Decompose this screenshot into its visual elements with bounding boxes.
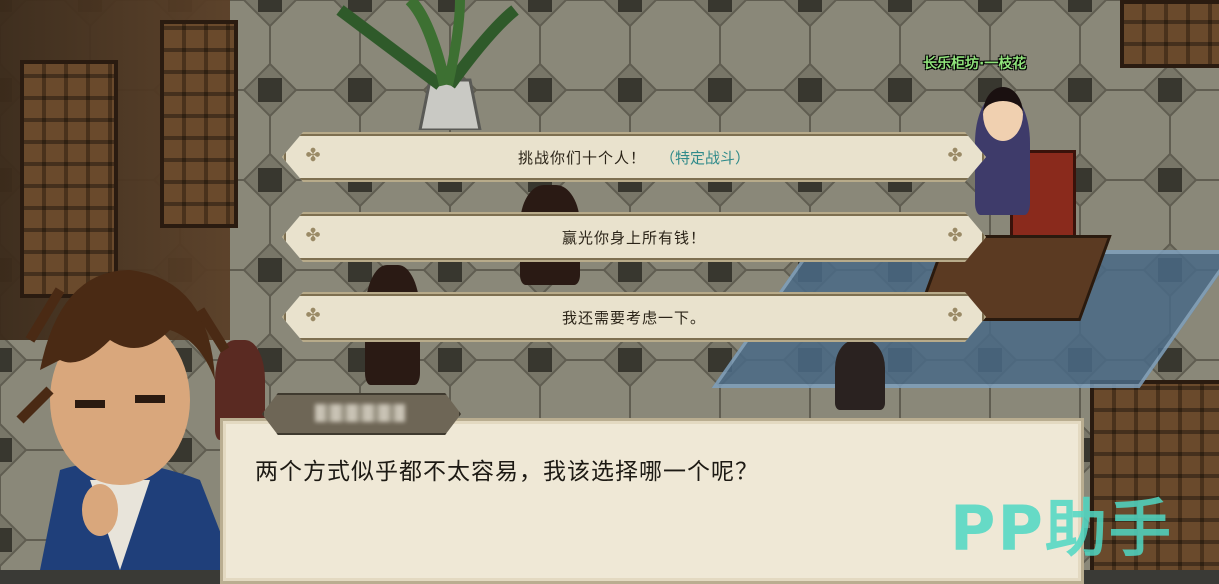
speaker-name-obscured [315,404,405,422]
npc-name-label: 长乐柜坊·一枝花 [923,56,1027,72]
potted-plant [336,0,519,130]
choice-text: 挑战你们十个人！ [517,148,646,167]
ornament-icon: ✤ [947,225,963,246]
choice-think-more[interactable]: ✤ 我还需要考虑一下。 ✤ [282,292,986,342]
choice-win-all-money[interactable]: ✤ 赢光你身上所有钱！ ✤ [282,212,986,262]
ornament-icon: ✤ [947,145,963,166]
ornament-icon: ✤ [305,145,321,166]
choice-challenge-ten[interactable]: ✤ 挑战你们十个人！ （特定战斗） ✤ [282,132,986,182]
watermark-logo: PP助手 [950,492,1173,565]
choice-text: 赢光你身上所有钱！ [561,228,706,247]
choice-text: 我还需要考虑一下。 [561,308,706,327]
ornament-icon: ✤ [305,305,321,326]
lattice-screen [1120,0,1219,68]
dialog-text: 两个方式似乎都不太容易，我该选择哪一个呢？ [255,459,759,485]
ornament-icon: ✤ [947,305,963,326]
choice-tag: （特定战斗） [660,148,751,167]
player-portrait [16,270,235,570]
npc-head [983,87,1023,141]
npc-guard[interactable] [835,340,885,410]
ornament-icon: ✤ [305,225,321,246]
lattice-screen [160,20,238,228]
